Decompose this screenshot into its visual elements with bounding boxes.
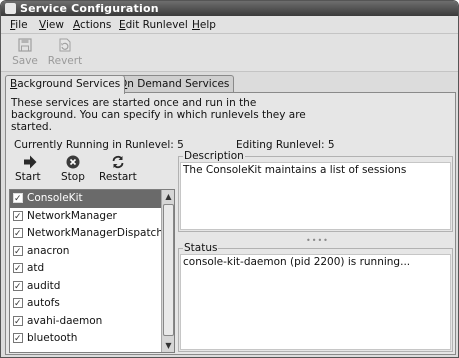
menu-bar: File View Actions Edit Runlevel Help <box>1 16 458 34</box>
background-services-panel: These services are started once and run … <box>5 92 456 355</box>
revert-button[interactable]: Revert <box>45 37 85 69</box>
menu-file[interactable]: File <box>10 18 28 32</box>
stop-label: Stop <box>61 171 85 183</box>
service-row[interactable]: NetworkManager <box>10 208 162 225</box>
service-enabled-checkbox[interactable] <box>13 226 23 243</box>
service-row[interactable]: NetworkManagerDispatcher <box>10 225 162 243</box>
start-button[interactable]: Start <box>10 153 50 187</box>
service-enabled-checkbox[interactable] <box>13 331 23 348</box>
status-text: console-kit-daemon (pid 2200) is running… <box>180 254 451 350</box>
scroll-up-icon[interactable]: ▲ <box>163 191 174 202</box>
menu-edit-runlevel-mnemonic: E <box>119 19 126 31</box>
menu-view[interactable]: View <box>39 18 64 32</box>
menu-view-mnemonic: V <box>39 19 46 31</box>
window-title: Service Configuration <box>20 2 159 15</box>
pane-resize-grip[interactable]: •••• <box>306 236 329 245</box>
editing-runlevel: Editing Runlevel: 5 <box>236 139 335 151</box>
service-name: autofs <box>27 297 60 309</box>
stop-button[interactable]: Stop <box>54 153 92 187</box>
menu-view-label: iew <box>45 19 64 31</box>
tab-background-services[interactable]: Background Services <box>5 75 126 94</box>
menu-edit-runlevel[interactable]: Edit Runlevel <box>119 18 188 32</box>
menu-edit-runlevel-label: dit Runlevel <box>125 19 188 31</box>
restart-icon <box>112 155 124 169</box>
tab-on-demand-services[interactable]: On Demand Services <box>114 75 235 93</box>
service-enabled-checkbox[interactable] <box>13 261 23 278</box>
save-icon <box>18 38 32 52</box>
start-label: Start <box>15 171 41 183</box>
revert-label: Revert <box>47 55 83 67</box>
menu-actions-mnemonic: A <box>73 19 80 31</box>
start-arrow-icon <box>24 155 37 169</box>
service-row[interactable]: autofs <box>10 295 162 313</box>
scroll-down-icon[interactable]: ▼ <box>163 340 174 351</box>
save-button[interactable]: Save <box>5 37 45 69</box>
service-name: atd <box>27 262 45 274</box>
service-name: auditd <box>27 279 61 292</box>
current-runlevel: Currently Running in Runlevel: 5 <box>14 139 184 151</box>
tab-on-demand-services-label: n Demand Services <box>127 78 230 90</box>
restart-label: Restart <box>99 171 137 183</box>
save-label: Save <box>12 55 38 67</box>
service-row[interactable]: ConsoleKit <box>10 190 162 208</box>
menu-actions[interactable]: Actions <box>73 18 111 32</box>
service-row[interactable]: bluetooth <box>10 330 162 348</box>
service-enabled-checkbox[interactable] <box>13 191 23 208</box>
services-list-scrollbar[interactable]: ▲ ▼ <box>161 190 174 352</box>
stop-icon <box>66 155 80 169</box>
service-enabled-checkbox[interactable] <box>13 314 23 330</box>
restart-button[interactable]: Restart <box>96 153 140 187</box>
service-configuration-window: Service Configuration File View Actions … <box>0 0 459 358</box>
service-name: NetworkManager <box>27 209 117 222</box>
description-text: The ConsoleKit maintains a list of sessi… <box>180 162 451 230</box>
service-enabled-checkbox[interactable] <box>13 296 23 313</box>
app-icon <box>5 3 16 14</box>
services-explanation: These services are started once and run … <box>11 97 306 133</box>
service-name: NetworkManagerDispatcher <box>27 227 162 239</box>
service-name: bluetooth <box>27 332 78 344</box>
status-group: Status console-kit-daemon (pid 2200) is … <box>178 242 453 352</box>
services-list[interactable]: ConsoleKit NetworkManager NetworkManagerDi… <box>9 189 175 353</box>
tab-background-services-label: ackground Services <box>17 78 121 90</box>
menu-help[interactable]: Help <box>192 18 216 32</box>
menu-help-mnemonic: H <box>192 19 200 31</box>
service-row[interactable]: avahi-daemon <box>10 313 162 330</box>
revert-icon <box>59 38 71 52</box>
title-bar[interactable]: Service Configuration <box>1 1 458 16</box>
menu-help-label: elp <box>199 19 216 31</box>
description-heading: Description <box>183 150 245 162</box>
service-row[interactable]: anacron <box>10 243 162 260</box>
service-enabled-checkbox[interactable] <box>13 244 23 260</box>
menu-file-label: ile <box>15 19 28 31</box>
service-row[interactable]: atd <box>10 260 162 278</box>
menu-actions-label: ctions <box>80 19 112 31</box>
service-name: avahi-daemon <box>27 314 103 327</box>
service-name: ConsoleKit <box>27 192 83 204</box>
service-enabled-checkbox[interactable] <box>13 279 23 295</box>
service-row[interactable]: auditd <box>10 278 162 295</box>
service-enabled-checkbox[interactable] <box>13 209 23 225</box>
scrollbar-thumb[interactable] <box>163 204 174 336</box>
description-group: Description The ConsoleKit maintains a l… <box>178 150 453 232</box>
service-name: anacron <box>27 244 70 257</box>
services-list-rows: ConsoleKit NetworkManager NetworkManagerDi… <box>10 190 162 348</box>
toolbar: Save Revert <box>1 34 458 72</box>
status-heading: Status <box>183 242 219 254</box>
